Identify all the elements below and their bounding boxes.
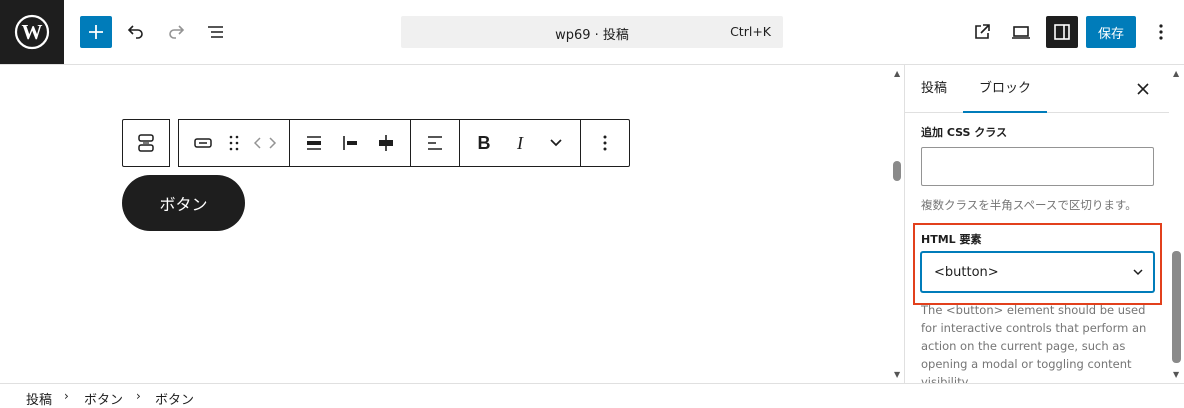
settings-toggle-button[interactable] [1046,16,1078,48]
save-button[interactable]: 保存 [1086,16,1136,48]
css-class-help: 複数クラスを半角スペースで区切ります。 [921,198,1137,212]
options-group [581,120,629,166]
move-left-right-icon [253,137,277,149]
svg-text:W: W [22,20,43,44]
sidebar-toggle-icon [1054,24,1070,40]
justify-button[interactable] [296,125,332,161]
list-view-icon [208,26,223,38]
text-align-button[interactable] [417,125,453,161]
block-options-button[interactable] [587,125,623,161]
text-align-left-icon [428,136,442,150]
justify-icon [307,136,321,150]
close-icon [1137,83,1149,95]
chevron-right-icon: › [64,389,69,403]
move-block-button[interactable] [247,125,283,161]
document-title: wp69 · 投稿 [555,28,629,43]
scroll-up-arrow-icon[interactable]: ▲ [894,69,900,78]
view-page-button[interactable] [966,16,998,48]
command-shortcut: Ctrl+K [730,24,771,39]
italic-button[interactable]: I [502,125,538,161]
close-sidebar-button[interactable] [1131,77,1155,101]
options-menu-button[interactable] [1145,16,1177,48]
breadcrumb: 投稿 › ボタン › ボタン [0,383,1184,408]
block-toolbar-main: B I [178,119,630,167]
text-align-group [411,120,460,166]
wordpress-logo-icon[interactable]: W [0,0,64,64]
chevron-down-icon [550,139,562,147]
settings-sidebar: 投稿 ブロック 追加 CSS クラス 複数クラスを半角スペースで区切ります。 H… [904,65,1184,383]
list-view-button[interactable] [200,16,232,48]
align-left-bar-icon [343,136,357,150]
sidebar-scrollbar[interactable]: ▲ ▼ [1170,65,1184,383]
scroll-up-arrow-icon[interactable]: ▲ [1173,69,1179,78]
bold-button[interactable]: B [466,125,502,161]
scrollbar-thumb[interactable] [1172,251,1181,363]
redo-icon [169,25,185,39]
width-button[interactable] [368,125,404,161]
sidebar-tabs: 投稿 ブロック [905,65,1169,113]
redo-button[interactable] [160,16,192,48]
italic-icon: I [517,132,523,153]
plus-icon [89,25,103,39]
tab-block[interactable]: ブロック [963,65,1047,113]
css-class-label: 追加 CSS クラス [921,126,1008,139]
bold-icon: B [477,132,491,153]
vertical-align-button[interactable] [332,125,368,161]
add-block-button[interactable] [80,16,112,48]
css-class-input[interactable] [921,147,1154,186]
format-group: B I [460,120,581,166]
command-palette-bar[interactable]: wp69 · 投稿 Ctrl+K [401,16,783,48]
scroll-down-arrow-icon[interactable]: ▼ [894,370,900,379]
drag-handle[interactable] [221,125,247,161]
block-toolbar: B I [122,119,630,167]
html-element-help: The <button> element should be used for … [921,303,1147,383]
align-center-bar-icon [379,135,393,151]
vertical-dots-icon [1159,24,1163,40]
laptop-preview-icon [1012,26,1030,39]
block-type-button[interactable] [185,125,221,161]
tab-post[interactable]: 投稿 [921,65,947,113]
html-element-value: <button> [934,265,999,280]
breadcrumb-item-post[interactable]: 投稿 [26,389,52,408]
undo-button[interactable] [120,16,152,48]
preview-button[interactable] [1005,16,1037,48]
more-formats-button[interactable] [538,125,574,161]
scrollbar-thumb[interactable] [893,161,901,181]
breadcrumb-item-buttons[interactable]: ボタン [84,389,123,408]
chevron-down-icon [1133,269,1143,276]
alignment-group [290,120,411,166]
external-link-icon [975,24,990,39]
buttons-parent-icon [138,134,154,152]
undo-icon [127,25,143,39]
button-block-icon [194,138,212,148]
html-element-label: HTML 要素 [921,233,982,246]
block-switcher-group [179,120,290,166]
breadcrumb-item-button[interactable]: ボタン [155,389,194,408]
editor-canvas[interactable]: B I ボタン [0,65,892,383]
vertical-dots-icon [603,135,607,151]
drag-handle-icon [229,135,239,151]
editor-header: W wp69 · 投稿 Ctrl+K 保存 [0,0,1184,65]
editor-scrollbar[interactable]: ▲ ▼ [892,65,904,383]
button-block[interactable]: ボタン [122,175,245,231]
select-parent-button[interactable] [122,119,170,167]
chevron-right-icon: › [136,389,141,403]
html-element-select[interactable]: <button> [921,252,1154,292]
scroll-down-arrow-icon[interactable]: ▼ [1173,370,1179,379]
